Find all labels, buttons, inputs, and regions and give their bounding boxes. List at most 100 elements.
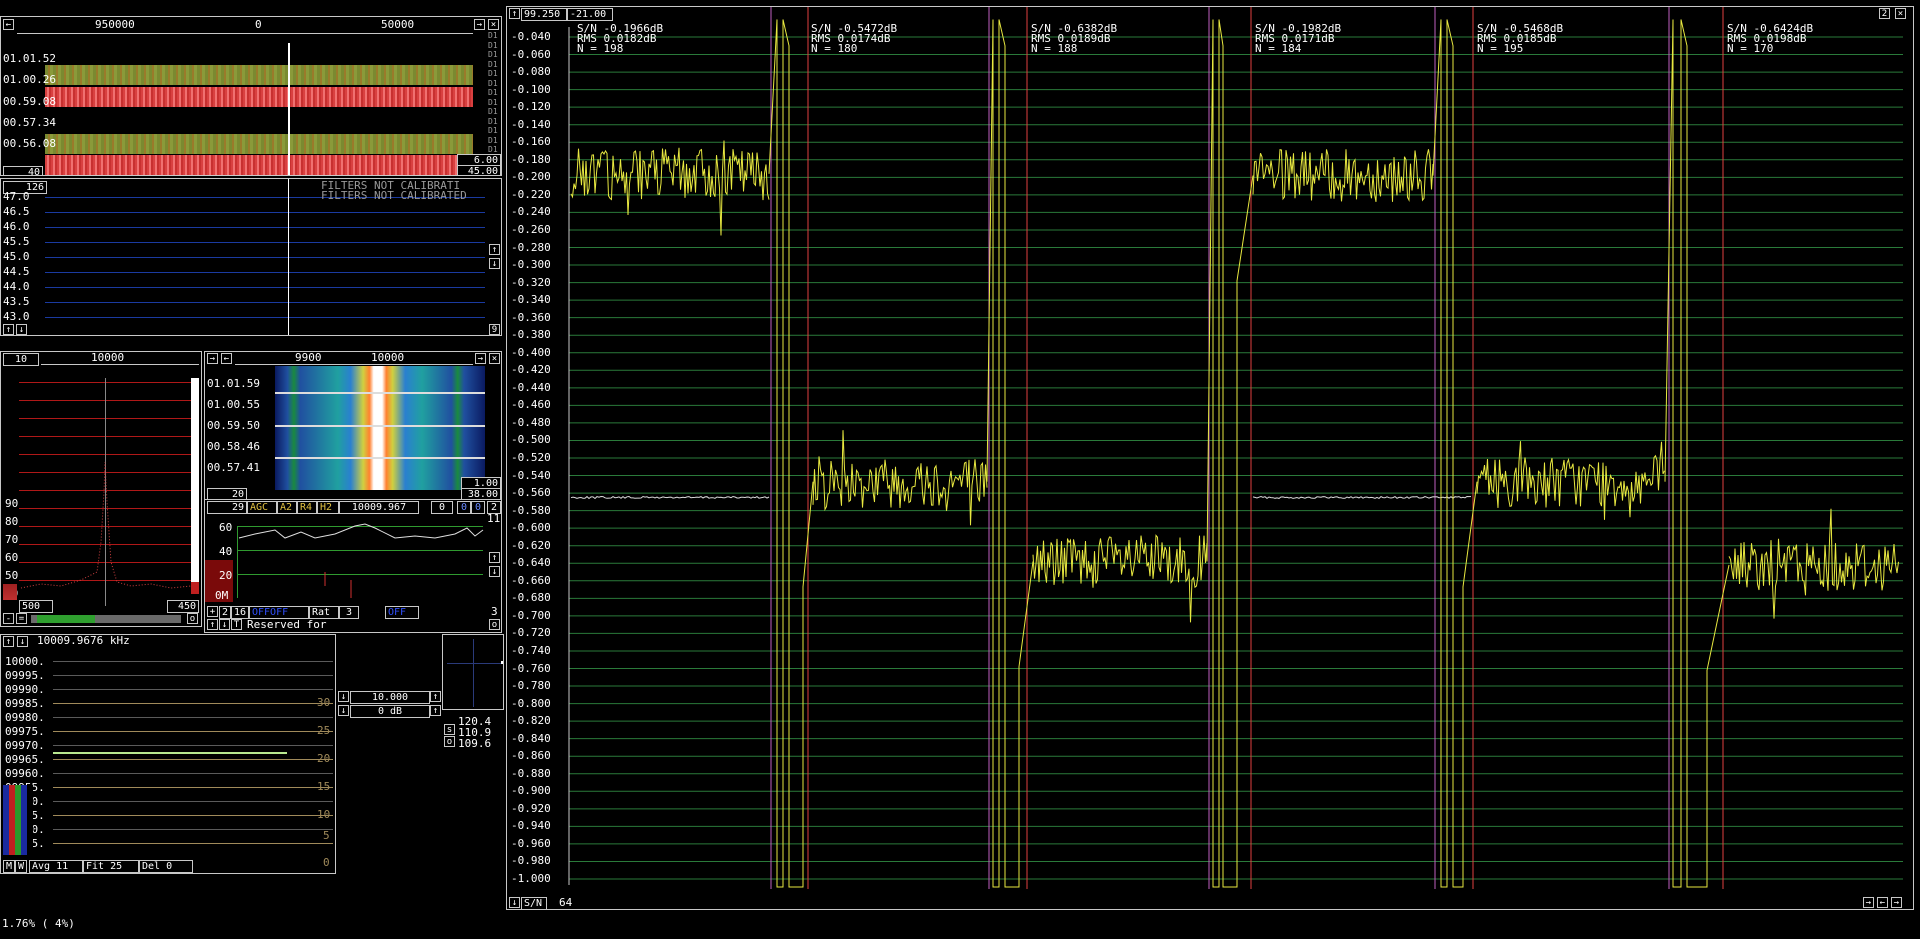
spectrum-y-label: 46.0 [3,220,30,233]
freq-setter-up-button[interactable]: ↑ [430,691,441,702]
waterfall-timestamp: 01.00.26 [3,73,56,86]
spectrum-down-button[interactable]: ↓ [489,258,500,269]
baseband-bw-right[interactable]: 450 [167,600,199,613]
baseband-minus-button[interactable]: - [3,613,14,624]
rx-o-button[interactable]: o [489,619,500,630]
tracker-y-label: 09995. [5,669,45,682]
status-text: 1.76% ( 4%) [2,917,75,930]
spectrum-y-label: 47.0 [3,190,30,203]
rx-off-field[interactable]: OFF [385,606,419,619]
tracker-right-label: 20 [317,752,331,765]
baseband-bw-left[interactable]: 500 [19,600,53,613]
baseband-o-button[interactable]: o [187,613,198,624]
scroll-left-button[interactable]: ← [3,19,14,30]
freq-setter: ↓ 10.000 ↑ ↓ 0 dB ↑ [336,689,442,721]
spectrum-right-button[interactable]: ↓ [16,324,27,335]
baseband-slider-fill [37,615,95,623]
marker-label: D1 [488,97,498,107]
tracker-down-button[interactable]: ↓ [17,636,28,647]
ampl-y-label: -0.820 [511,714,551,728]
bb-close-button[interactable]: × [489,353,500,364]
tracker-y-label: 10000. [5,655,45,668]
reserved-label: Reserved for [247,618,327,631]
bb-scroll-right-button[interactable]: ← [221,353,232,364]
ampl-scroll-left-button[interactable]: ← [1877,897,1888,908]
mini-meter-readout: s o 120.4 110.9 109.6 [442,716,504,750]
signal-trace [1032,534,1208,623]
baseband-spectrum-window: 10 10000 90 80 70 60 50 40 500 450 - = o [0,351,202,627]
close-window-button[interactable]: × [488,19,499,30]
ampl-graph-plot [568,7,1903,889]
bb-scroll-left-button[interactable]: → [207,353,218,364]
rx-down-button[interactable]: ↓ [219,619,230,630]
ampl-scroll-end-button[interactable]: → [1891,897,1902,908]
freq-setter-down-button[interactable]: ↓ [338,691,349,702]
rx-up-button[interactable]: ↑ [207,619,218,630]
rx-bw-field[interactable]: 2 [219,606,231,619]
tracker-del-field[interactable]: Del 0 [139,860,193,873]
mini-meter-dot [501,661,503,664]
waterfall-zero-field[interactable]: 45.00 [457,165,501,175]
ampl-y-label: -0.440 [511,380,551,394]
tracker-y-label: 09990. [5,683,45,696]
ampl-y-label: -0.300 [511,258,551,272]
waterfall-avg-field[interactable]: 40 [3,166,43,175]
bb-scroll-far-button[interactable]: → [475,353,486,364]
tracker-avg-field[interactable]: Avg 11 [29,860,83,873]
tracker-fit-field[interactable]: Fit 25 [83,860,139,873]
baseband-y-label: 80 [5,515,19,528]
calibration-warning: FILTERS NOT CALIBRATED [321,189,467,202]
ampl-y-label: -0.100 [511,82,551,96]
rx-plus-button[interactable]: + [207,606,218,617]
mini-meter-s-button[interactable]: s [444,724,455,735]
frequency-scale[interactable]: 950000 0 50000 [17,19,473,34]
signal-trace [1252,148,1434,203]
tracker-y-label: 09970. [5,739,45,752]
spectrum-up-button[interactable]: ↑ [489,244,500,255]
scroll-right-button[interactable]: → [474,19,485,30]
reference-trace [1252,495,1472,500]
baseband-trace [20,461,192,589]
waterfall-timestamp: 00.56.08 [3,137,56,150]
tracker-m-button[interactable]: M [3,860,15,873]
baseband-y-label: 50 [5,569,19,582]
ampl-y-label: -0.360 [511,310,551,324]
s-meter-down-button[interactable]: ↓ [489,566,500,577]
rat-value[interactable]: 3 [339,606,359,619]
gain-down-button[interactable]: ↓ [338,705,349,716]
gain-up-button[interactable]: ↑ [430,705,441,716]
marker-label: D1 [488,31,498,40]
baseband-equal-button[interactable]: = [16,613,27,624]
spectrum-y-label: 44.0 [3,280,30,293]
ampl-y-label: -0.060 [511,47,551,61]
waterfall-band-green [45,134,473,154]
ampl-scroll-right-button[interactable]: → [1863,897,1874,908]
bb-freq-scale[interactable]: 9900 10000 [235,352,473,365]
tracker-up-button[interactable]: ↑ [3,636,14,647]
s-meter-up-button[interactable]: ↑ [489,552,500,563]
ampl-y-label: -0.800 [511,696,551,710]
segment-stats-5: S/N -0.6424dB RMS 0.0198dB N = 170 [1727,23,1813,54]
baseband-level-slider[interactable] [31,615,181,623]
freq-setter-value[interactable]: 10.000 [350,691,430,704]
ampl-mode-button[interactable]: S/N [521,897,547,909]
baseband-y-label: 90 [5,497,19,510]
ampl-bottom-down-button[interactable]: ↓ [509,897,520,908]
ampl-y-label: -0.620 [511,538,551,552]
ampl-graph-window: ↑ 99.250 -21.00 2 × -0.040 -0.060 -0.080 -0… [506,6,1914,910]
rx-t-button[interactable]: T [231,619,242,630]
marker-label: D1 [488,59,498,69]
tracker-w-button[interactable]: W [15,860,27,873]
ampl-y-label: -0.660 [511,573,551,587]
tracker-frequency: 10009.9676 kHz [37,634,130,647]
mini-meter-o-button[interactable]: o [444,736,455,747]
baseband-y-label: 70 [5,533,19,546]
baseband-waterfall-window: → ← → × 9900 10000 01.01.59 01.00.55 00.… [204,351,502,501]
n-label: N = 195 [1477,42,1524,55]
spectrum-left-button[interactable]: ↑ [3,324,14,335]
gain-value[interactable]: 0 dB [350,705,430,718]
spectrum-corner-button[interactable]: 9 [489,324,500,335]
bb-waterfall-gap [275,392,485,394]
spectrum-grid [45,191,485,327]
marker-label: D1 [488,107,498,116]
